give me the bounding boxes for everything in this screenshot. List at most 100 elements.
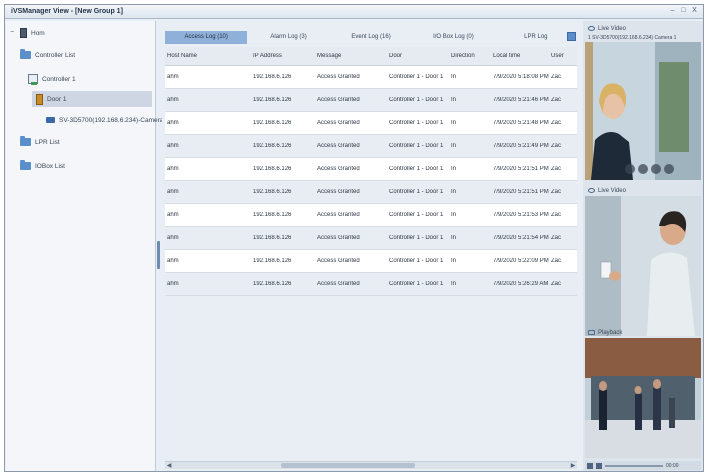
- table-cell: 192.168.6.126: [253, 97, 292, 103]
- horizontal-scrollbar[interactable]: ◀ ▶: [165, 461, 577, 469]
- panel-splitter[interactable]: [157, 241, 160, 269]
- tree-item-label: Door 1: [47, 95, 67, 103]
- table-cell: In: [451, 212, 457, 218]
- table-row[interactable]: ahm 192.168.6.126 Access Granted Controller…: [165, 227, 577, 250]
- pause-icon[interactable]: [596, 462, 602, 469]
- table-row[interactable]: ahm 192.168.6.126 Access Granted Controller…: [165, 89, 577, 112]
- table-row[interactable]: ahm 192.168.6.126 Access Granted Controller…: [165, 273, 577, 296]
- table-cell: In: [451, 120, 457, 126]
- playback-time: 00:00: [666, 462, 679, 469]
- minimize-button[interactable]: –: [668, 6, 677, 16]
- column-header[interactable]: User: [549, 53, 577, 59]
- live-video-frame[interactable]: [585, 196, 701, 336]
- table-cell: Controller 1 - Door 1: [389, 281, 444, 287]
- table-row[interactable]: ahm 192.168.6.126 Access Granted Controller…: [165, 135, 577, 158]
- table-cell: ahm: [167, 166, 179, 172]
- table-cell: ahm: [167, 120, 179, 126]
- table-row[interactable]: ahm 192.168.6.126 Access Granted Controller…: [165, 158, 577, 181]
- restore-button[interactable]: □: [679, 6, 688, 16]
- video-image: [585, 338, 701, 458]
- tree-item-iobox-list[interactable]: IOBox List: [20, 158, 65, 174]
- table-cell: In: [451, 97, 457, 103]
- scroll-left-icon[interactable]: ◀: [165, 462, 173, 470]
- video-panel: Live Video 1 SV-3D5700(192.168.6.234) Ca…: [583, 21, 703, 471]
- audio-icon[interactable]: [638, 164, 648, 174]
- table-cell: 192.168.6.126: [253, 166, 292, 172]
- tree-item-label: Controller List: [35, 51, 76, 59]
- tree-item-lpr-list[interactable]: LPR List: [20, 134, 60, 150]
- table-row[interactable]: ahm 192.168.6.126 Access Granted Controller…: [165, 112, 577, 135]
- table-cell: 7/9/2020 5:21:49 PM: [493, 143, 549, 149]
- table-cell: 7/9/2020 5:18:08 PM: [493, 74, 549, 80]
- column-header[interactable]: IP Address: [251, 53, 315, 59]
- table-row[interactable]: ahm 192.168.6.126 Access Granted Controller…: [165, 66, 577, 89]
- table-cell: Access Granted: [317, 74, 360, 80]
- table-cell: Zac: [551, 235, 562, 241]
- tree-item-controller-1[interactable]: Controller 1: [28, 71, 76, 87]
- playback-slider[interactable]: [605, 464, 663, 467]
- eye-icon: [588, 188, 595, 193]
- column-header[interactable]: Message: [315, 53, 387, 59]
- table-cell: ahm: [167, 258, 179, 264]
- controller-icon: [28, 74, 38, 85]
- live-video-tile-1[interactable]: Live Video 1 SV-3D5700(192.168.6.234) Ca…: [585, 23, 701, 180]
- tree-item-controller-list[interactable]: Controller List: [20, 47, 75, 63]
- tree-item-camera-1[interactable]: SV-3D5700(192.168.6.234)-Camera 1: [46, 112, 169, 128]
- table-cell: Controller 1 - Door 1: [389, 74, 444, 80]
- column-header[interactable]: Door: [387, 53, 449, 59]
- live-video-frame[interactable]: [585, 42, 701, 180]
- playback-tile[interactable]: Playback: [585, 327, 701, 458]
- table-cell: 192.168.6.126: [253, 281, 292, 287]
- table-cell: Controller 1 - Door 1: [389, 212, 444, 218]
- table-cell: Access Granted: [317, 235, 360, 241]
- table-cell: 192.168.6.126: [253, 143, 292, 149]
- play-icon[interactable]: [587, 462, 593, 469]
- playback-video-frame[interactable]: [585, 338, 701, 458]
- table-row[interactable]: ahm 192.168.6.126 Access Granted Controller…: [165, 250, 577, 273]
- tab-access-log[interactable]: Access Log (10): [165, 31, 248, 44]
- table-cell: Controller 1 - Door 1: [389, 120, 444, 126]
- close-button[interactable]: X: [690, 6, 699, 16]
- table-body: ahm 192.168.6.126 Access Granted Controller…: [165, 66, 577, 296]
- table-cell: 192.168.6.126: [253, 189, 292, 195]
- access-log-table: Host Name IP Address Message Door Direct…: [165, 47, 577, 296]
- table-cell: 7/9/2020 5:21:54 PM: [493, 235, 549, 241]
- column-header[interactable]: Host Name: [165, 53, 251, 59]
- table-cell: Zac: [551, 143, 562, 149]
- video-title: Playback: [598, 329, 623, 336]
- eye-icon: [588, 26, 595, 31]
- log-settings-icon[interactable]: [567, 32, 576, 41]
- table-row[interactable]: ahm 192.168.6.126 Access Granted Controller…: [165, 204, 577, 227]
- record-icon[interactable]: [651, 164, 661, 174]
- tree-item-label: IOBox List: [35, 162, 65, 170]
- table-cell: Access Granted: [317, 258, 360, 264]
- close-video-icon[interactable]: [664, 164, 674, 174]
- video-stream-label: 1 SV-3D5700(192.168.6.234) Camera 1: [588, 35, 677, 41]
- tree-root[interactable]: − Hom: [10, 25, 45, 41]
- table-cell: In: [451, 235, 457, 241]
- collapse-icon[interactable]: −: [10, 29, 16, 36]
- table-cell: Controller 1 - Door 1: [389, 166, 444, 172]
- column-header[interactable]: Local time: [491, 53, 549, 59]
- tab-event-log[interactable]: Event Log (16): [330, 31, 412, 44]
- scrollbar-thumb[interactable]: [281, 463, 415, 468]
- scroll-right-icon[interactable]: ▶: [569, 462, 577, 470]
- tab-alarm-log[interactable]: Alarm Log (3): [247, 31, 329, 44]
- video-image: [585, 196, 701, 336]
- tree-item-label: LPR List: [35, 138, 60, 146]
- live-video-tile-2[interactable]: Live Video: [585, 185, 701, 336]
- snapshot-icon[interactable]: [625, 164, 635, 174]
- table-cell: Access Granted: [317, 212, 360, 218]
- table-cell: 7/9/2020 5:21:48 PM: [493, 120, 549, 126]
- log-tabs: Access Log (10) Alarm Log (3) Event Log …: [165, 31, 577, 44]
- table-cell: Access Granted: [317, 120, 360, 126]
- table-cell: Access Granted: [317, 143, 360, 149]
- column-header[interactable]: Direction: [449, 53, 491, 59]
- table-cell: 192.168.6.126: [253, 235, 292, 241]
- table-row[interactable]: ahm 192.168.6.126 Access Granted Controller…: [165, 181, 577, 204]
- tree-item-door-1[interactable]: Door 1: [32, 91, 152, 107]
- table-cell: ahm: [167, 189, 179, 195]
- tab-iobox-log[interactable]: I/O Box Log (0): [412, 31, 494, 44]
- title-bar: iVSManager View - [New Group 1] – □ X: [5, 5, 703, 19]
- tab-lpr-log[interactable]: LPR Log: [495, 31, 577, 44]
